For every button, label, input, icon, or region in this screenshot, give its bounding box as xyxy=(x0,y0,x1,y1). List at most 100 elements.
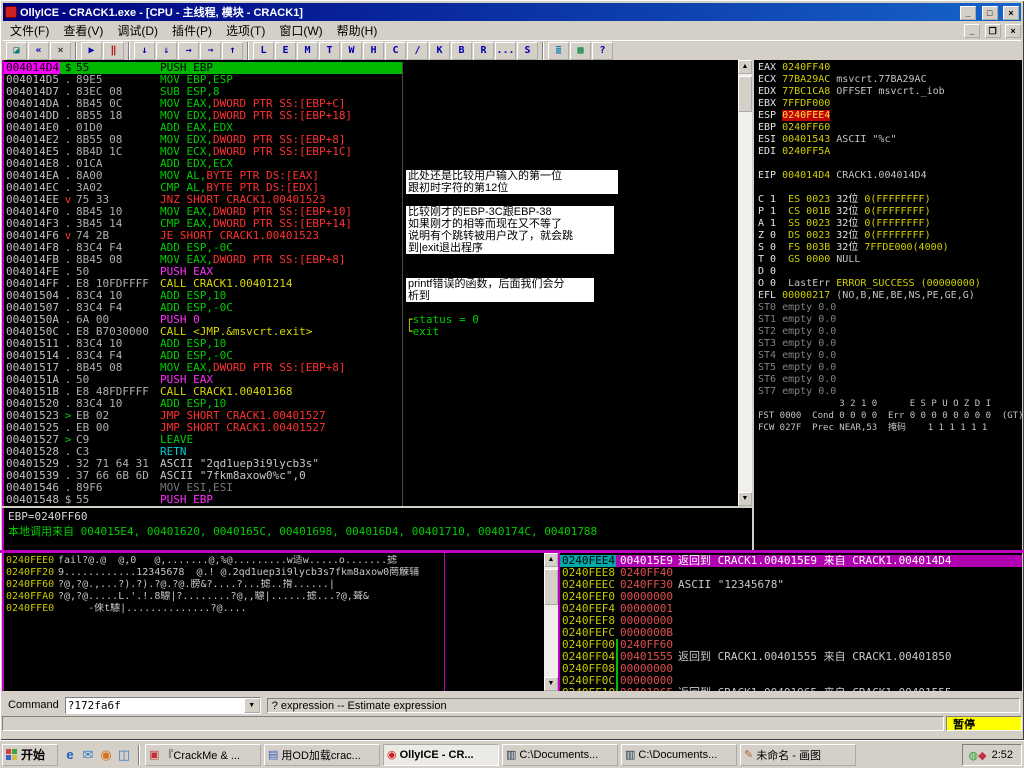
register-line[interactable]: EFL 00000217 (NO,B,NE,BE,NS,PE,GE,G) xyxy=(754,290,1022,302)
register-line[interactable]: C 1 ES 0023 32位 0(FFFFFFFF) xyxy=(754,194,1022,206)
run-trace-button[interactable]: ... xyxy=(495,41,516,60)
scroll-up-button[interactable]: ▲ xyxy=(738,60,752,74)
register-line[interactable]: O 0 LastErr ERROR_SUCCESS (00000000) xyxy=(754,278,1022,290)
taskbar-task-5[interactable]: ▥ C:\Documents... xyxy=(621,743,737,766)
disasm-row[interactable]: 004014F3. 3B45 14 CMP EAX,DWORD PTR SS:[EB… xyxy=(4,218,738,230)
open-file-button[interactable]: ◪ xyxy=(6,41,27,60)
disasm-row[interactable]: 004014DD. 8B55 18 MOV EDX,DWORD PTR SS:[EB… xyxy=(4,110,738,122)
dump-row[interactable]: 0240FFA0 ?@,?@.....L.'.!.8驃|?........?@,,… xyxy=(4,591,544,603)
disasm-row[interactable]: 004014FB. 8B45 08 MOV EAX,DWORD PTR SS:[EB… xyxy=(4,254,738,266)
animate-over-button[interactable]: ⇒ xyxy=(200,41,221,60)
register-line[interactable]: A 1 SS 0023 32位 0(FFFFFFFF) xyxy=(754,218,1022,230)
quicklaunch-icon-3[interactable]: ◉ xyxy=(97,747,115,763)
stack-row[interactable]: 0240FF1000401965返回到 CRACK1.00401965 来自 C… xyxy=(560,687,1022,691)
register-line[interactable]: ST6 empty 0.0 xyxy=(754,374,1022,386)
register-line[interactable]: S 0 FS 003B 32位 7FFDE000(4000) xyxy=(754,242,1022,254)
step-over-button[interactable]: ⇓ xyxy=(156,41,177,60)
mdi-close-button[interactable]: × xyxy=(1005,23,1021,38)
call-stack-button[interactable]: K xyxy=(429,41,450,60)
source-button[interactable]: S xyxy=(517,41,538,60)
taskbar-task-6[interactable]: ✎ 未命名 - 画图 xyxy=(740,743,856,766)
taskbar-task-3[interactable]: ◉ OllyICE - CR... xyxy=(383,743,499,766)
register-line[interactable]: EBX 7FFDF000 xyxy=(754,98,1022,110)
register-line[interactable]: ESP 0240FEE4 xyxy=(754,110,1022,122)
breakpoints-button[interactable]: B xyxy=(451,41,472,60)
register-line[interactable]: ESI 00401543 ASCII "%c" xyxy=(754,134,1022,146)
menu-item-3[interactable]: 调试(D) xyxy=(110,20,165,41)
register-line[interactable]: FST 0000 Cond 0 0 0 0 Err 0 0 0 0 0 0 0 … xyxy=(754,410,1022,422)
register-line[interactable]: EBP 0240FF60 xyxy=(754,122,1022,134)
command-input[interactable] xyxy=(65,697,244,713)
dump-scrollbar[interactable]: ▲ ▼ xyxy=(544,553,558,691)
appearance-button[interactable]: ▦ xyxy=(570,41,591,60)
taskbar-task-1[interactable]: ▣ 『CrackMe & ... xyxy=(145,743,261,766)
close-program-button[interactable]: × xyxy=(50,41,71,60)
executable-modules-button[interactable]: E xyxy=(275,41,296,60)
menu-item-6[interactable]: 窗口(W) xyxy=(272,20,329,41)
mdi-restore-button[interactable]: ❐ xyxy=(984,24,1001,39)
register-line[interactable]: ST0 empty 0.0 xyxy=(754,302,1022,314)
cpu-window-button[interactable]: C xyxy=(385,41,406,60)
register-line[interactable]: EIP 004014D4 CRACK1.004014D4 xyxy=(754,170,1022,182)
register-line[interactable]: EDX 77BC1CA8 OFFSET msvcrt._iob xyxy=(754,86,1022,98)
windows-button[interactable]: W xyxy=(341,41,362,60)
menu-item-5[interactable]: 选项(T) xyxy=(219,20,272,41)
quicklaunch-ie-icon[interactable]: e xyxy=(61,747,79,762)
quicklaunch-mail-icon[interactable]: ✉ xyxy=(79,747,97,763)
close-button[interactable]: × xyxy=(1003,6,1019,20)
taskbar-task-4[interactable]: ▥ C:\Documents... xyxy=(502,743,618,766)
command-combo[interactable]: ▼ xyxy=(64,696,261,714)
disasm-row[interactable]: 00401546. 89F6 MOV ESI,ESI xyxy=(4,482,738,494)
register-line[interactable]: 3 2 1 0 E S P U O Z D I xyxy=(754,398,1022,410)
register-line[interactable]: ECX 77BA29AC msvcrt.77BA29AC xyxy=(754,74,1022,86)
run-button[interactable]: ▶ xyxy=(81,41,102,60)
quicklaunch-show-desktop-icon[interactable]: ◫ xyxy=(115,747,133,763)
patches-button[interactable]: / xyxy=(407,41,428,60)
scroll-track[interactable] xyxy=(544,567,558,677)
options-button[interactable]: ≣ xyxy=(548,41,569,60)
disasm-row[interactable]: 00401507. 83C4 F4 ADD ESP,-0C xyxy=(4,302,738,314)
disasm-row[interactable]: 00401520. 83C4 10 ADD ESP,10 xyxy=(4,398,738,410)
maximize-button[interactable]: □ xyxy=(981,6,998,20)
scroll-thumb[interactable] xyxy=(738,76,752,112)
references-button[interactable]: R xyxy=(473,41,494,60)
dump-row[interactable]: 0240FF60 ?@,?@.,...?).?).?@.?@.膀&?....?..… xyxy=(4,579,544,591)
register-line[interactable]: ST2 empty 0.0 xyxy=(754,326,1022,338)
disasm-row[interactable]: 00401548 $55 PUSH EBP xyxy=(4,494,738,506)
menu-item-1[interactable]: 文件(F) xyxy=(3,20,56,41)
register-line[interactable]: ST1 empty 0.0 xyxy=(754,314,1022,326)
disasm-row[interactable]: 004014E8. 01CA ADD EDX,ECX xyxy=(4,158,738,170)
menu-item-2[interactable]: 查看(V) xyxy=(56,20,110,41)
disasm-row[interactable]: 00401525. EB 00 JMP SHORT CRACK1.00401527 xyxy=(4,422,738,434)
dump-row[interactable]: 0240FEE0 fail?@.@ @,0 @,.......@,%@......… xyxy=(4,555,544,567)
disasm-row[interactable]: 004014E5. 8B4D 1C MOV ECX,DWORD PTR SS:[EB… xyxy=(4,146,738,158)
disasm-row[interactable]: 00401523 > EB 02 JMP SHORT CRACK1.00401527 xyxy=(4,410,738,422)
register-line[interactable]: EAX 0240FF40 xyxy=(754,62,1022,74)
register-line[interactable]: FCW 027F Prec NEAR,53 掩码 1 1 1 1 1 1 xyxy=(754,422,1022,434)
stack-pane[interactable]: 0240FEE4 004015E9 返回到 CRACK1.004015E9 来自 C… xyxy=(558,553,1022,691)
disasm-row[interactable]: 00401517. 8B45 08 MOV EAX,DWORD PTR SS:[EB… xyxy=(4,362,738,374)
register-line[interactable]: Z 0 DS 0023 32位 0(FFFFFFFF) xyxy=(754,230,1022,242)
memory-map-button[interactable]: M xyxy=(297,41,318,60)
register-line[interactable]: ST3 empty 0.0 xyxy=(754,338,1022,350)
handles-button[interactable]: H xyxy=(363,41,384,60)
taskbar-task-2[interactable]: ▤ 用OD加载crac... xyxy=(264,743,380,766)
disasm-row[interactable]: 004014D4 $55 PUSH EBP xyxy=(4,62,738,74)
register-line[interactable]: ST7 empty 0.0 xyxy=(754,386,1022,398)
start-button[interactable]: 开始 xyxy=(2,743,58,766)
register-line[interactable]: ST4 empty 0.0 xyxy=(754,350,1022,362)
disasm-row[interactable]: 00401527 > C9 LEAVE xyxy=(4,434,738,446)
memory-dump-pane[interactable]: 0240FEE0 fail?@.@ @,0 @,.......@,%@......… xyxy=(2,553,544,691)
pause-button[interactable]: ‖ xyxy=(103,41,124,60)
disasm-row[interactable]: 004014EA. 8A00 MOV AL,BYTE PTR DS:[EAX] 此处还… xyxy=(4,170,738,182)
restart-button[interactable]: « xyxy=(28,41,49,60)
disassembly-scrollbar[interactable]: ▲ ▼ xyxy=(738,60,752,506)
register-line[interactable]: EDI 0240FF5A xyxy=(754,146,1022,158)
titlebar[interactable]: OllyICE - CRACK1.exe - [CPU - 主线程, 模块 - … xyxy=(3,3,1021,21)
tray-icon-1[interactable]: ◍ xyxy=(969,750,979,762)
registers-pane[interactable]: EAX 0240FF40 ECX 77BA29AC msvcrt.77BA29AC… xyxy=(752,60,1022,550)
step-into-button[interactable]: ↓ xyxy=(134,41,155,60)
disasm-row[interactable]: 004014EC. 3A02 CMP AL,BYTE PTR DS:[EDX] 跟初时… xyxy=(4,182,738,194)
menu-item-4[interactable]: 插件(P) xyxy=(165,20,219,41)
animate-into-button[interactable]: → xyxy=(178,41,199,60)
